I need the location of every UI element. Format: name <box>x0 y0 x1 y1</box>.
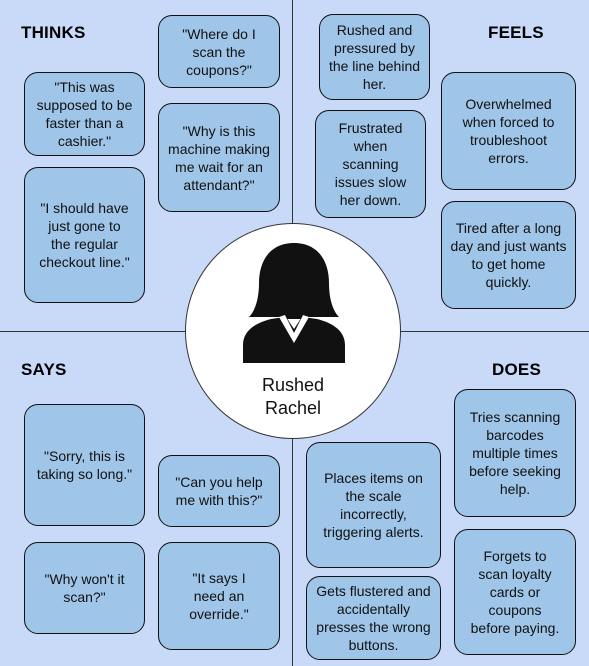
feels-title: FEELS <box>488 23 544 42</box>
thinks-card-1: "Where do I scan the coupons?" <box>158 15 280 88</box>
feels-card-3: Frustrated when scanning issues slow her… <box>315 110 426 218</box>
empathy-map: THINKS "Where do I scan the coupons?" "T… <box>0 0 589 666</box>
feels-card-2: Overwhelmed when forced to troubleshoot … <box>441 72 576 190</box>
says-card-1: "Sorry, this is taking so long." <box>24 404 145 526</box>
woman-avatar-icon <box>243 243 345 363</box>
says-card-4: "It says I need an override." <box>158 542 280 650</box>
feels-card-1: Rushed and pressured by the line behind … <box>319 14 430 100</box>
says-card-2: "Can you help me with this?" <box>158 455 280 527</box>
thinks-title: THINKS <box>21 23 86 42</box>
persona-name: Rushed Rachel <box>261 375 325 418</box>
does-card-2: Places items on the scale incorrectly, t… <box>306 442 441 568</box>
says-card-3: "Why won't it scan?" <box>24 542 145 634</box>
does-card-3: Forgets to scan loyalty cards or coupons… <box>454 529 576 655</box>
thinks-card-2: "This was supposed to be faster than a c… <box>24 72 145 156</box>
thinks-card-4: "I should have just gone to the regular … <box>24 167 145 303</box>
does-title: DOES <box>492 360 541 379</box>
does-card-1: Tries scanning barcodes multiple times b… <box>454 389 576 517</box>
thinks-card-3: "Why is this machine making me wait for … <box>158 103 280 212</box>
does-card-4: Gets flustered and accidentally presses … <box>306 576 441 660</box>
feels-card-4: Tired after a long day and just wants to… <box>441 201 576 309</box>
says-title: SAYS <box>21 360 67 379</box>
